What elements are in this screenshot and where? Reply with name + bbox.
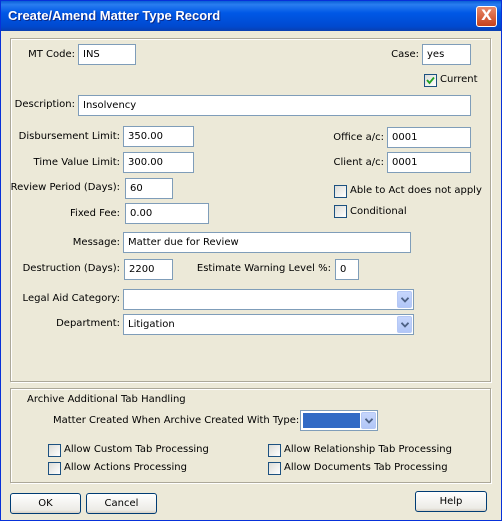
archive-type-selection xyxy=(303,413,360,428)
allow-documents-label: Allow Documents Tab Processing xyxy=(284,462,448,473)
description-label: Description: xyxy=(14,99,75,110)
department-label: Department: xyxy=(56,318,120,329)
archive-type-label: Matter Created When Archive Created With… xyxy=(53,415,300,426)
allow-actions-label: Allow Actions Processing xyxy=(64,462,187,473)
check-mark-icon xyxy=(426,76,435,85)
time-value-limit-field[interactable]: 300.00 xyxy=(123,152,194,173)
office-ac-label: Office a/c: xyxy=(333,132,384,143)
client-ac-field[interactable]: 0001 xyxy=(387,152,471,173)
close-button[interactable]: X xyxy=(476,6,497,27)
help-button[interactable]: Help xyxy=(415,491,487,512)
message-field[interactable]: Matter due for Review xyxy=(123,232,411,253)
fixed-fee-field[interactable]: 0.00 xyxy=(125,203,209,224)
office-ac-field[interactable]: 0001 xyxy=(387,127,471,148)
department-select[interactable]: Litigation xyxy=(123,314,414,335)
review-period-field[interactable]: 60 xyxy=(125,178,173,199)
allow-relationship-checkbox[interactable] xyxy=(268,444,281,457)
current-label: Current xyxy=(440,74,478,85)
legal-aid-category-select[interactable] xyxy=(123,289,414,310)
current-checkbox[interactable] xyxy=(424,74,437,87)
chevron-down-icon xyxy=(365,418,373,424)
allow-custom-label: Allow Custom Tab Processing xyxy=(64,444,209,455)
ok-button[interactable]: OK xyxy=(10,493,81,514)
conditional-label: Conditional xyxy=(350,206,407,217)
archive-heading: Archive Additional Tab Handling xyxy=(27,394,186,405)
description-field[interactable]: Insolvency xyxy=(78,95,471,116)
destruction-field[interactable]: 2200 xyxy=(124,259,173,280)
allow-documents-checkbox[interactable] xyxy=(268,462,281,475)
allow-custom-checkbox[interactable] xyxy=(48,444,61,457)
mt-code-label: MT Code: xyxy=(28,49,75,60)
cancel-button[interactable]: Cancel xyxy=(86,493,157,514)
allow-relationship-label: Allow Relationship Tab Processing xyxy=(284,444,452,455)
case-field[interactable]: yes xyxy=(422,44,471,65)
able-to-act-label: Able to Act does not apply xyxy=(350,185,482,196)
able-to-act-checkbox[interactable] xyxy=(334,185,347,198)
department-value: Litigation xyxy=(128,319,175,330)
estimate-warning-field[interactable]: 0 xyxy=(335,259,359,280)
client-ac-label: Client a/c: xyxy=(333,157,385,168)
dialog-window: Create/Amend Matter Type Record X MT Cod… xyxy=(0,0,502,521)
window-title: Create/Amend Matter Type Record xyxy=(8,8,221,23)
mt-code-field[interactable]: INS xyxy=(78,44,136,65)
disbursement-limit-field[interactable]: 350.00 xyxy=(123,126,194,147)
destruction-label: Destruction (Days): xyxy=(22,263,120,274)
allow-actions-checkbox[interactable] xyxy=(48,462,61,475)
dropdown-arrow[interactable] xyxy=(361,412,376,429)
legal-aid-category-label: Legal Aid Category: xyxy=(22,293,120,304)
time-value-limit-label: Time Value Limit: xyxy=(33,157,120,168)
fixed-fee-label: Fixed Fee: xyxy=(70,208,120,219)
disbursement-limit-label: Disbursement Limit: xyxy=(18,131,120,142)
review-period-label: Review Period (Days): xyxy=(10,182,120,193)
close-icon: X xyxy=(481,8,492,24)
title-bar[interactable]: Create/Amend Matter Type Record X xyxy=(1,1,501,31)
archive-type-select[interactable] xyxy=(300,410,378,431)
estimate-warning-label: Estimate Warning Level %: xyxy=(196,263,331,274)
dropdown-arrow[interactable] xyxy=(397,316,412,333)
message-label: Message: xyxy=(72,237,120,248)
chevron-down-icon xyxy=(401,297,409,303)
conditional-checkbox[interactable] xyxy=(334,205,347,218)
chevron-down-icon xyxy=(401,322,409,328)
dropdown-arrow[interactable] xyxy=(397,291,412,308)
case-label: Case: xyxy=(391,49,419,60)
